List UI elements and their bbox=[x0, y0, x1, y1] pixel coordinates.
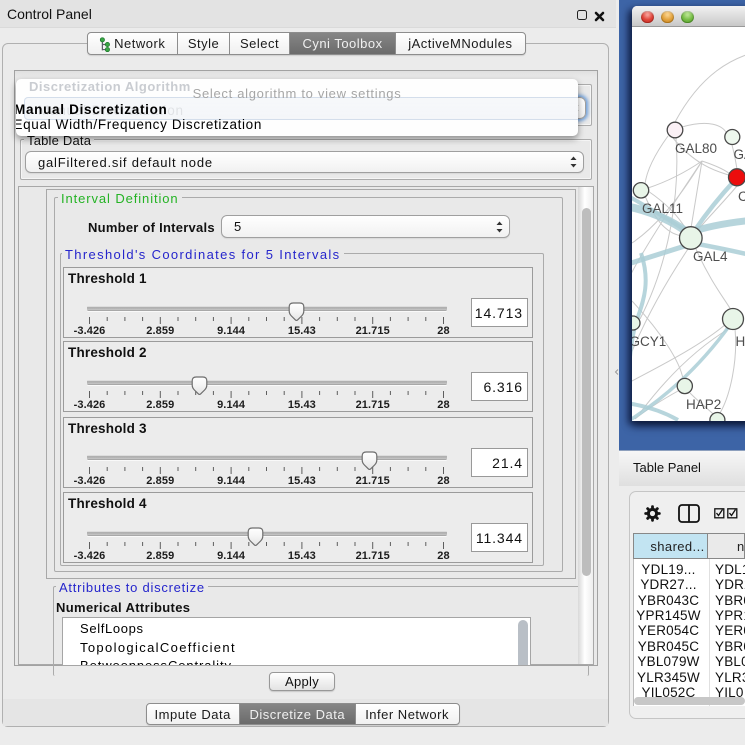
svg-text:GCY1: GCY1 bbox=[632, 334, 666, 349]
svg-text:GA: GA bbox=[734, 147, 745, 162]
svg-text:H: H bbox=[736, 334, 745, 349]
svg-text:GAL4: GAL4 bbox=[693, 249, 728, 264]
svg-text:C: C bbox=[738, 189, 745, 204]
svg-text:GAL11: GAL11 bbox=[642, 201, 683, 216]
svg-text:GAL80: GAL80 bbox=[675, 141, 717, 156]
svg-text:HAP2: HAP2 bbox=[686, 397, 721, 412]
